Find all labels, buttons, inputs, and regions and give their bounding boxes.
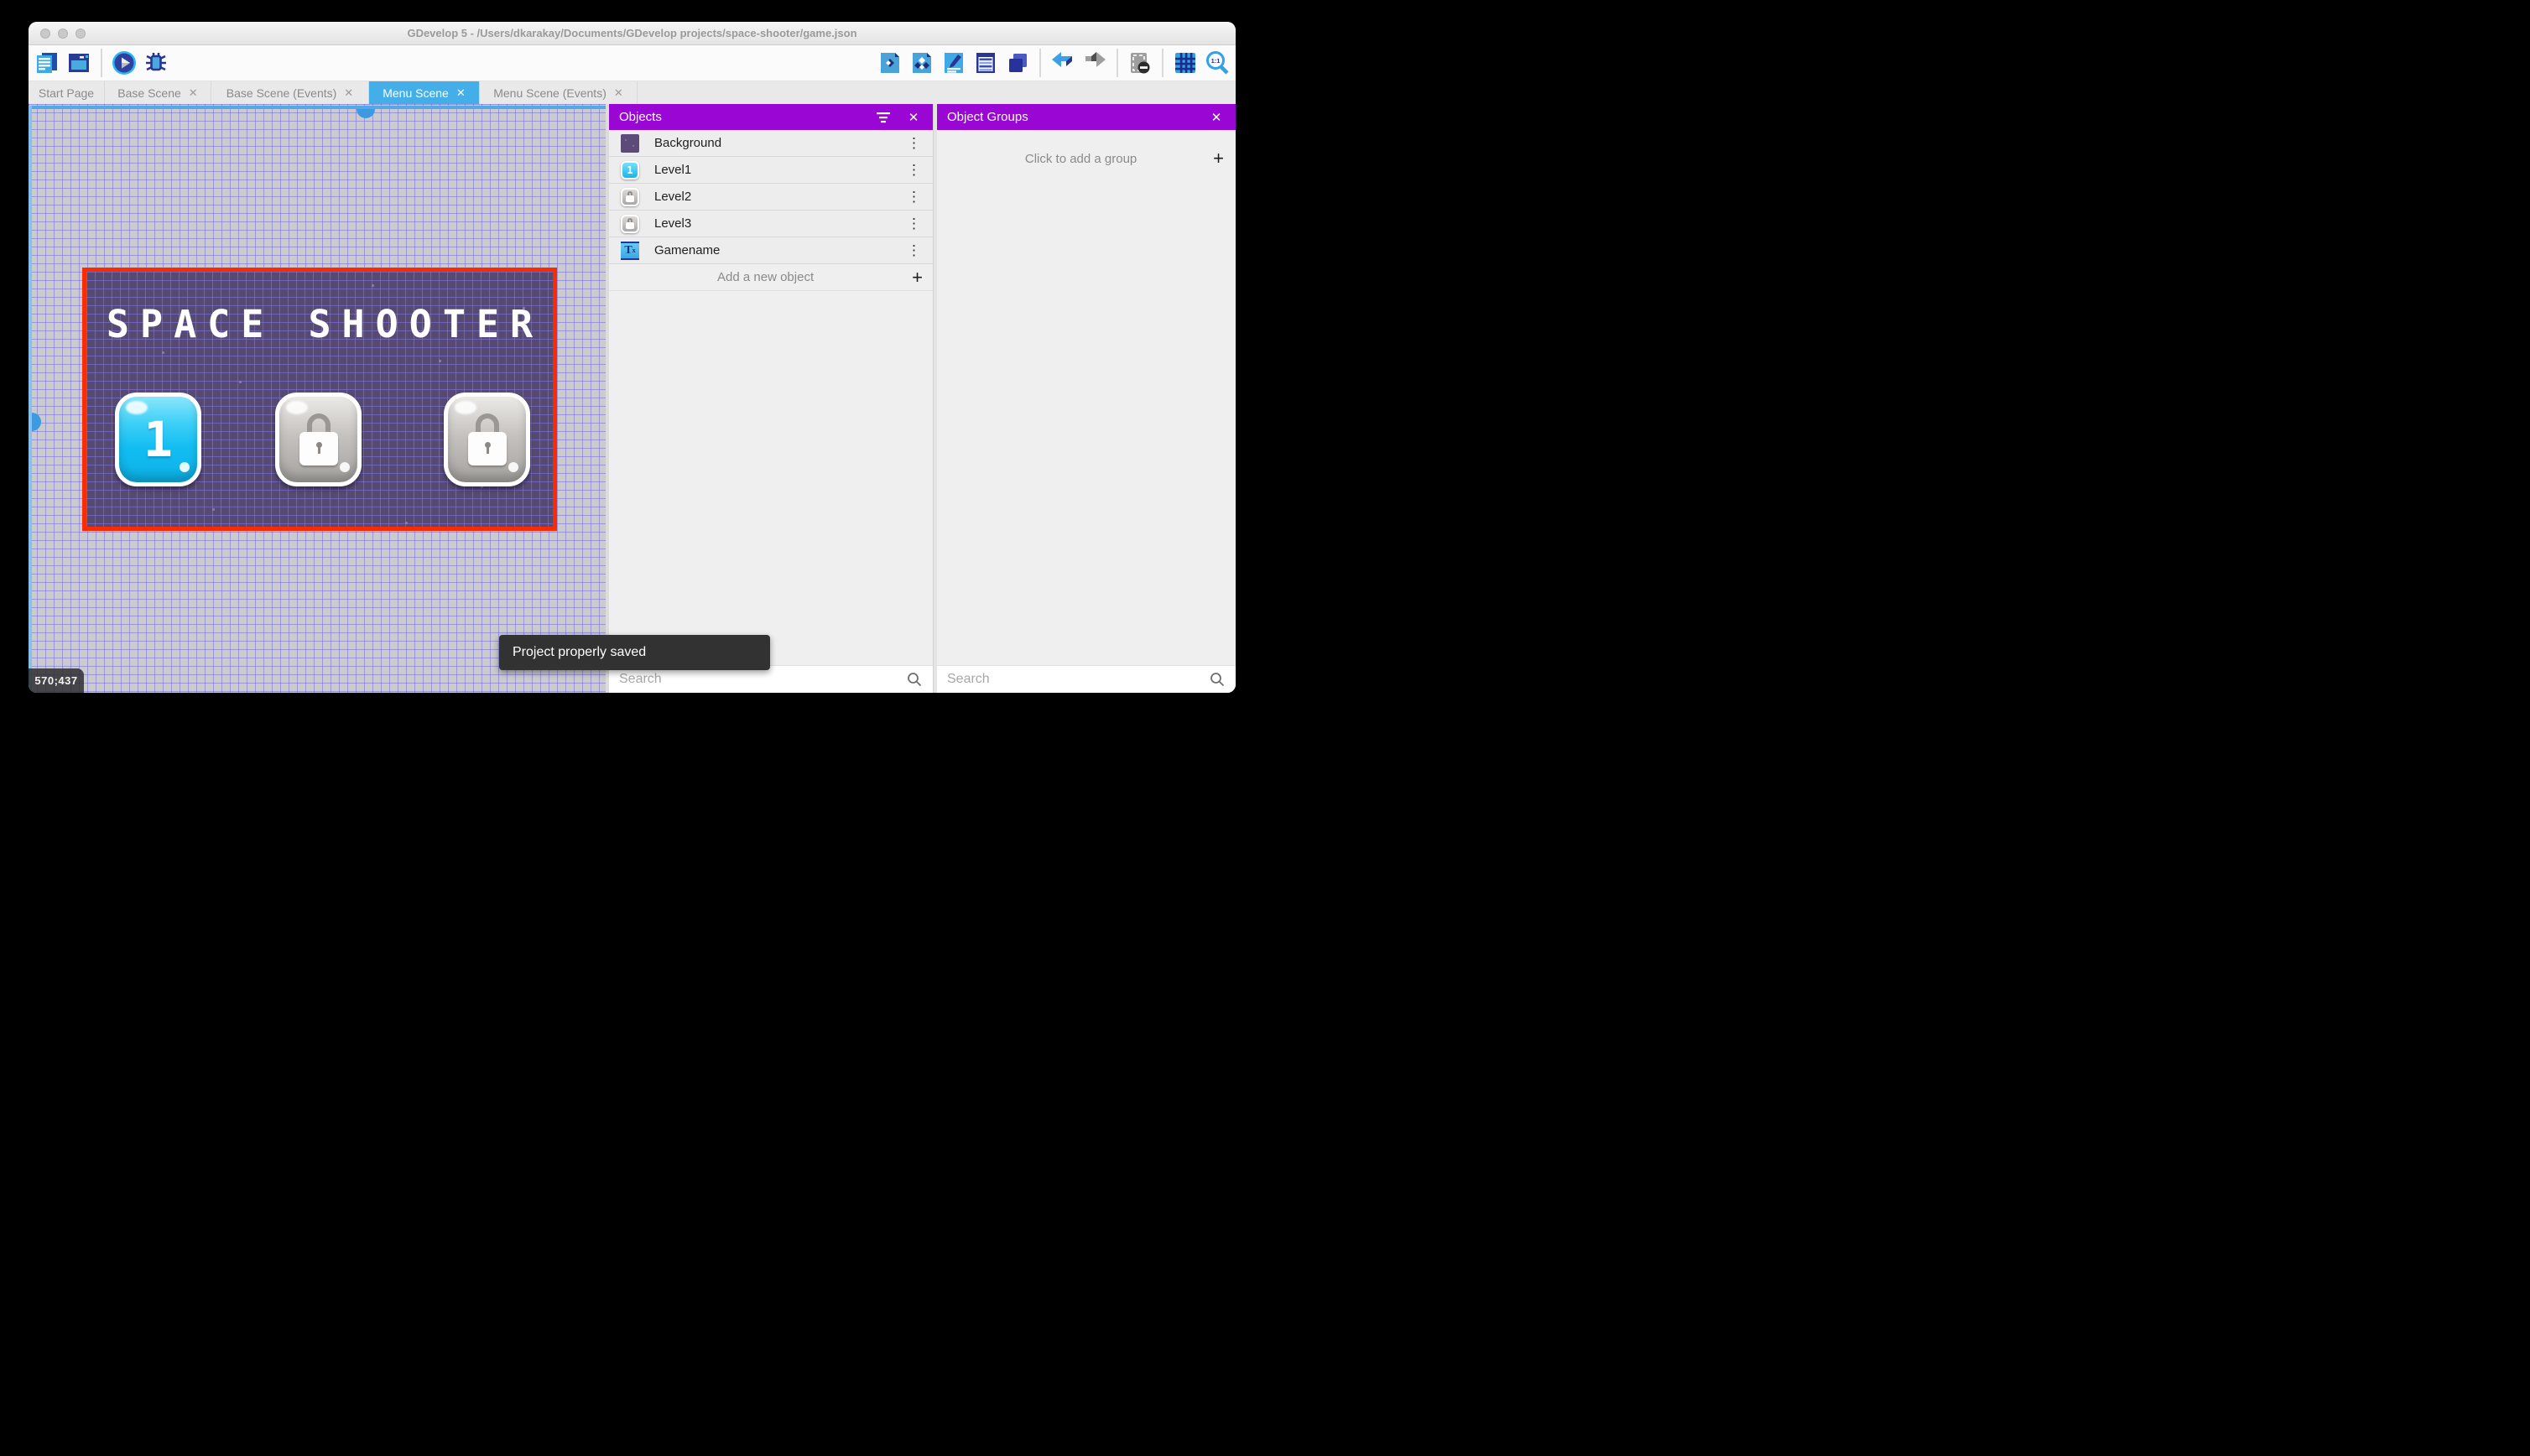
object-menu-icon[interactable]: ⋮ bbox=[905, 216, 923, 231]
zoom-reset-icon[interactable]: 1:1 bbox=[1205, 50, 1230, 75]
level1-button-thumbnail: 1 bbox=[621, 161, 639, 179]
add-object-plus-icon[interactable]: + bbox=[912, 268, 923, 287]
toolbar-right-group: 1:1 bbox=[877, 49, 1230, 77]
canvas-vertical-scrollbar[interactable] bbox=[29, 106, 32, 693]
main-toolbar: 1:1 bbox=[29, 45, 1236, 81]
add-new-object-row[interactable]: Add a new object + bbox=[609, 264, 933, 291]
scene-canvas[interactable]: SPACE SHOOTER 1 570;4 bbox=[29, 104, 606, 693]
padlock-icon bbox=[468, 413, 507, 465]
object-groups-editor-icon[interactable] bbox=[909, 50, 934, 75]
toolbar-separator bbox=[1117, 49, 1118, 77]
object-row-level2[interactable]: Level2 ⋮ bbox=[609, 184, 933, 211]
object-menu-icon[interactable]: ⋮ bbox=[905, 163, 923, 177]
toolbar-left-group bbox=[34, 49, 169, 77]
close-tab-icon[interactable]: ✕ bbox=[456, 86, 466, 100]
minimize-window-button[interactable] bbox=[58, 29, 68, 39]
tab-base-scene[interactable]: Base Scene ✕ bbox=[105, 81, 211, 104]
close-tab-icon[interactable]: ✕ bbox=[189, 86, 198, 100]
object-row-level3[interactable]: Level3 ⋮ bbox=[609, 211, 933, 237]
level2-locked-button[interactable] bbox=[275, 393, 362, 486]
object-groups-panel-title: Object Groups bbox=[947, 110, 1195, 124]
game-title-text[interactable]: SPACE SHOOTER bbox=[86, 302, 553, 346]
undo-icon[interactable] bbox=[1050, 50, 1075, 75]
gdevelop-window: GDevelop 5 - /Users/dkarakay/Documents/G… bbox=[29, 22, 1236, 693]
groups-search-bar bbox=[937, 665, 1236, 693]
level1-button[interactable]: 1 bbox=[115, 393, 201, 486]
cursor-coordinates-badge: 570;437 bbox=[29, 668, 84, 693]
canvas-horizontal-scrollbar[interactable] bbox=[29, 106, 606, 109]
object-menu-icon[interactable]: ⋮ bbox=[905, 243, 923, 257]
play-preview-icon[interactable] bbox=[112, 50, 137, 75]
close-tab-icon[interactable]: ✕ bbox=[614, 86, 623, 100]
background-object-selected[interactable]: SPACE SHOOTER 1 bbox=[82, 268, 557, 531]
tab-menu-scene[interactable]: Menu Scene ✕ bbox=[369, 81, 480, 104]
text-object-thumbnail: Tx bbox=[621, 242, 639, 260]
close-panel-icon[interactable]: ✕ bbox=[904, 108, 923, 127]
redo-icon[interactable] bbox=[1082, 50, 1107, 75]
properties-pencil-icon[interactable] bbox=[941, 50, 966, 75]
objects-panel: Objects ✕ Background ⋮ bbox=[609, 104, 933, 693]
background-thumbnail bbox=[621, 134, 639, 153]
add-group-row[interactable]: Click to add a group + bbox=[937, 130, 1236, 187]
objects-panel-empty-area bbox=[609, 291, 933, 665]
toast-message: Project properly saved bbox=[513, 645, 646, 660]
mask-toggle-icon[interactable] bbox=[1127, 50, 1153, 75]
instances-list-icon[interactable] bbox=[973, 50, 998, 75]
horizontal-scroll-thumb[interactable] bbox=[357, 109, 375, 118]
padlock-icon bbox=[299, 413, 338, 465]
object-menu-icon[interactable]: ⋮ bbox=[905, 190, 923, 204]
close-tab-icon[interactable]: ✕ bbox=[344, 86, 353, 100]
toolbar-separator bbox=[1162, 49, 1163, 77]
zoom-reset-label: 1:1 bbox=[1211, 57, 1221, 65]
search-icon bbox=[1209, 671, 1226, 688]
objects-panel-title: Objects bbox=[619, 110, 862, 124]
objects-search-input[interactable] bbox=[619, 672, 899, 687]
groups-panel-empty-area bbox=[937, 187, 1236, 665]
zoom-window-button[interactable] bbox=[75, 29, 86, 39]
debug-bug-icon[interactable] bbox=[143, 50, 169, 75]
tab-start-page[interactable]: Start Page bbox=[29, 81, 105, 104]
grid-toggle-icon[interactable] bbox=[1173, 50, 1198, 75]
locked-button-thumbnail bbox=[621, 215, 639, 233]
window-title: GDevelop 5 - /Users/dkarakay/Documents/G… bbox=[407, 27, 856, 39]
add-group-plus-icon[interactable]: + bbox=[1213, 149, 1224, 168]
toolbar-separator bbox=[101, 49, 102, 77]
filter-icon[interactable] bbox=[874, 108, 893, 127]
groups-search-input[interactable] bbox=[947, 672, 1202, 687]
project-manager-icon[interactable] bbox=[34, 50, 60, 75]
level3-locked-button[interactable] bbox=[444, 393, 530, 486]
traffic-lights bbox=[40, 29, 86, 39]
close-window-button[interactable] bbox=[40, 29, 50, 39]
close-panel-icon[interactable]: ✕ bbox=[1207, 108, 1226, 127]
screenshot-stage: GDevelop 5 - /Users/dkarakay/Documents/G… bbox=[0, 0, 1265, 728]
search-icon bbox=[906, 671, 923, 688]
window-titlebar: GDevelop 5 - /Users/dkarakay/Documents/G… bbox=[29, 22, 1236, 45]
tab-base-scene-events[interactable]: Base Scene (Events) ✕ bbox=[211, 81, 369, 104]
editor-content: SPACE SHOOTER 1 570;4 bbox=[29, 104, 1236, 693]
locked-button-thumbnail bbox=[621, 188, 639, 206]
object-row-gamename[interactable]: Tx Gamename ⋮ bbox=[609, 237, 933, 264]
object-row-level1[interactable]: 1 Level1 ⋮ bbox=[609, 157, 933, 184]
objects-editor-icon[interactable] bbox=[877, 50, 903, 75]
object-row-background[interactable]: Background ⋮ bbox=[609, 130, 933, 157]
object-groups-panel: Object Groups ✕ Click to add a group + bbox=[937, 104, 1236, 693]
vertical-scroll-thumb[interactable] bbox=[32, 413, 41, 431]
layers-icon[interactable] bbox=[1005, 50, 1030, 75]
objects-panel-header: Objects ✕ bbox=[609, 104, 933, 130]
editor-tabbar: Start Page Base Scene ✕ Base Scene (Even… bbox=[29, 81, 1236, 104]
object-menu-icon[interactable]: ⋮ bbox=[905, 136, 923, 150]
tab-menu-scene-events[interactable]: Menu Scene (Events) ✕ bbox=[480, 81, 638, 104]
save-toast: Project properly saved bbox=[499, 635, 770, 670]
object-groups-panel-header: Object Groups ✕ bbox=[937, 104, 1236, 130]
scene-window-icon[interactable] bbox=[66, 50, 91, 75]
toolbar-separator bbox=[1039, 49, 1041, 77]
